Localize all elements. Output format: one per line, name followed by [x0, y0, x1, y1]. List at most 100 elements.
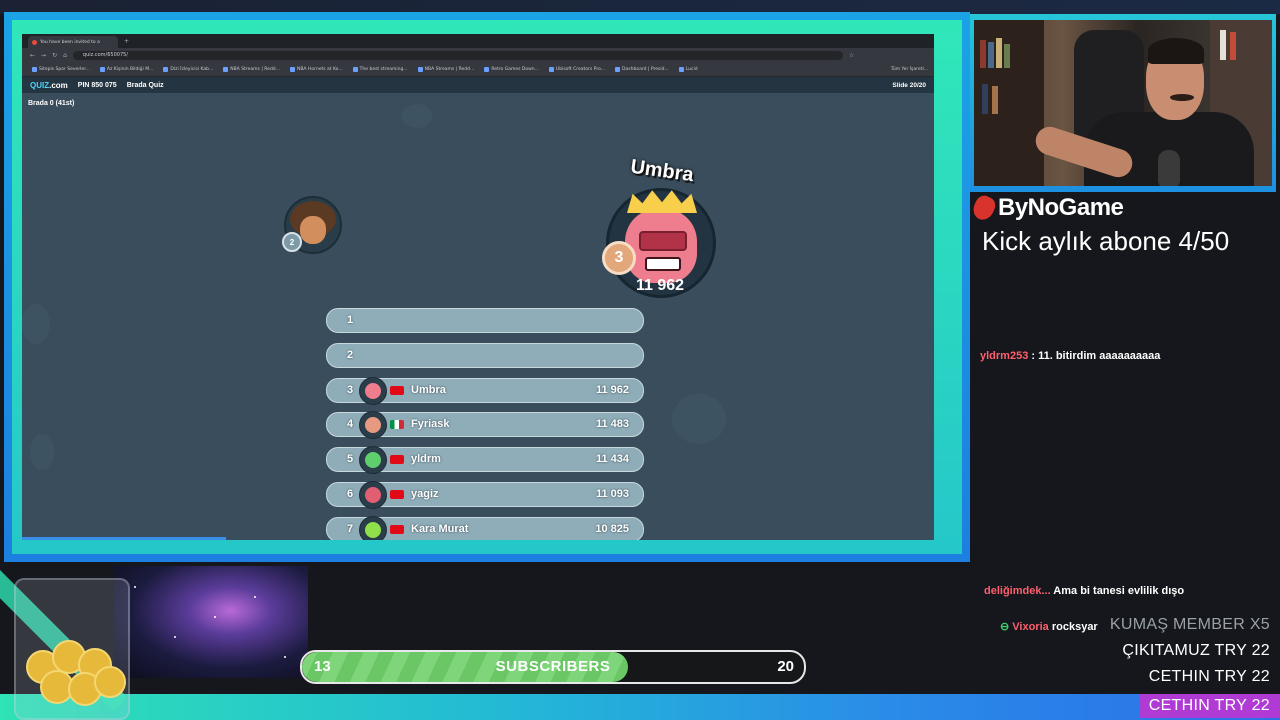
bookmark-item[interactable]: Dizi İzleyicisi Kab...: [163, 66, 213, 72]
player-name: Umbra: [411, 383, 446, 396]
player-name: Kara Murat: [411, 522, 469, 535]
row-rank: 7: [346, 522, 354, 535]
home-icon[interactable]: ⌂: [63, 52, 67, 59]
flag-icon: [390, 489, 404, 499]
avatar-face: [300, 216, 326, 244]
coin-jar: [14, 578, 130, 720]
chat-message: deliğimdek... Ama bi tanesi evlilik dışo: [984, 582, 1214, 600]
new-tab-icon[interactable]: +: [124, 38, 129, 45]
streamer-hair: [1148, 38, 1204, 64]
player-avatar: [359, 376, 387, 405]
chat-message: yldrm253 : 11. bitirdim aaaaaaaaaa: [980, 350, 1160, 362]
quiz-name: Brada Quiz: [126, 81, 164, 89]
bookmark-item[interactable]: Retro Games Down...: [484, 66, 539, 72]
flag-icon: [390, 385, 404, 395]
quiz-header: QUIZ.com PIN 850 075 Brada Quiz Slide 20…: [22, 77, 934, 93]
forward-icon[interactable]: →: [41, 52, 46, 59]
chat-text: 11. bitirdim aaaaaaaaaa: [1038, 350, 1161, 362]
star: [134, 586, 136, 588]
player-name: Fyriask: [411, 418, 450, 431]
player-avatar: [359, 480, 387, 509]
player-score: 11 483: [595, 418, 629, 431]
back-icon[interactable]: ←: [30, 52, 35, 59]
flag-icon: [390, 524, 404, 534]
rank-2-chip: 2: [282, 232, 302, 252]
chat-separator: :: [1028, 350, 1039, 362]
browser-window: You have been invited to a + ← → ↻ ⌂ qui…: [22, 34, 934, 540]
row-rank: 2: [346, 348, 354, 361]
star: [254, 596, 256, 598]
chat-username: deliğimdek...: [984, 585, 1051, 597]
background-blob: [402, 104, 432, 128]
microphone-icon: [1158, 150, 1180, 186]
row-rank: 1: [346, 314, 354, 326]
bookmark-item[interactable]: Ubisoft Creators Pro...: [548, 66, 605, 72]
row-rank: 4: [346, 418, 354, 431]
player-avatar: [359, 411, 387, 440]
leaderboard-row: 2: [326, 342, 644, 368]
leaderboard-row: 4 Fyriask 11 483: [326, 411, 644, 440]
row-rank: 3: [346, 383, 354, 396]
bookmark-item[interactable]: NBA Streams | Redd...: [223, 66, 280, 72]
page-progress-line: [22, 537, 226, 540]
bookmark-item[interactable]: NBA Streams | Redd...: [417, 66, 474, 72]
teeth-icon: [645, 257, 681, 271]
coin-icon: [94, 666, 126, 698]
chat-message: ⊖ Vixoria rocksyar: [1000, 620, 1098, 633]
flag-icon: [390, 420, 404, 430]
book: [988, 42, 994, 68]
book: [1230, 32, 1236, 60]
background-blob: [30, 434, 54, 470]
book: [1220, 30, 1226, 60]
subscriber-label: SUBSCRIBERS: [495, 658, 611, 675]
chat-text: Ama bi tanesi evlilik dışo: [1053, 585, 1185, 597]
star: [284, 656, 286, 658]
alert-item: CETHIN TRY 22: [1148, 668, 1270, 685]
podium-player-name: Umbra: [629, 155, 695, 187]
quiz-logo[interactable]: QUIZ.com: [30, 81, 68, 90]
tab-bar: You have been invited to a +: [22, 34, 934, 48]
reload-icon[interactable]: ↻: [52, 52, 57, 59]
book: [996, 38, 1002, 68]
player-name: yagiz: [411, 487, 439, 500]
podium-rank-badge: 3: [602, 241, 636, 275]
bookmark-item[interactable]: Sitepis Spor Severler...: [32, 66, 90, 72]
address-bar-row: ← → ↻ ⌂ quiz.com/650075/ ☆: [22, 48, 934, 62]
player-avatar: [359, 515, 387, 540]
sub-goal-text: Kick aylık abone 4/50: [982, 226, 1230, 256]
player-score: 10 825: [595, 522, 629, 535]
player-avatar: [359, 446, 387, 475]
webcam-feed: [974, 20, 1272, 186]
visor-icon: [639, 231, 687, 251]
avatar-icon: [365, 382, 381, 399]
bookmark-item[interactable]: Dashboard | Presid...: [615, 66, 669, 72]
star-icon[interactable]: ☆: [849, 52, 854, 59]
bookmark-item[interactable]: The best streaming...: [352, 66, 408, 72]
leaderboard: 1 2 3 Umbra 11 962 4 Fyriask 11 483 5 yl…: [326, 308, 644, 540]
podium-score: 11 962: [635, 277, 685, 294]
alert-item: KUMAŞ MEMBER X5: [1109, 616, 1270, 633]
url-input[interactable]: quiz.com/650075/: [72, 50, 843, 60]
avatar-icon: [365, 417, 381, 434]
subscriber-goal-bar: 13 SUBSCRIBERS 20: [300, 650, 806, 684]
book: [992, 86, 998, 114]
brand: ByNoGame: [969, 192, 1124, 224]
bookmark-item[interactable]: Lucid: [678, 66, 698, 72]
book: [980, 40, 986, 68]
chat-text: rocksyar: [1051, 621, 1098, 633]
player-score: 11 434: [595, 453, 629, 466]
star: [214, 616, 216, 618]
background-blob: [672, 394, 726, 444]
leaderboard-row: 1: [326, 308, 644, 333]
brand-logo-icon: [969, 192, 999, 224]
avatar-icon: [365, 486, 381, 503]
player-score: 11 093: [595, 487, 629, 500]
leaderboard-row: 6 yagiz 11 093: [326, 480, 644, 509]
browser-tab[interactable]: You have been invited to a: [28, 36, 118, 48]
bookmark-item[interactable]: Az Kişinin Bildiği M...: [99, 66, 153, 72]
bookmark-item[interactable]: NBA Hornets at Ko...: [289, 66, 343, 72]
all-bookmarks-button[interactable]: Tüm Yer İşaretl...: [891, 67, 928, 72]
alert-item-highlighted: CETHIN TRY 22: [1138, 694, 1280, 718]
alert-item: ÇIKITAMUZ TRY 22: [1122, 642, 1270, 659]
row-rank: 6: [346, 487, 354, 500]
